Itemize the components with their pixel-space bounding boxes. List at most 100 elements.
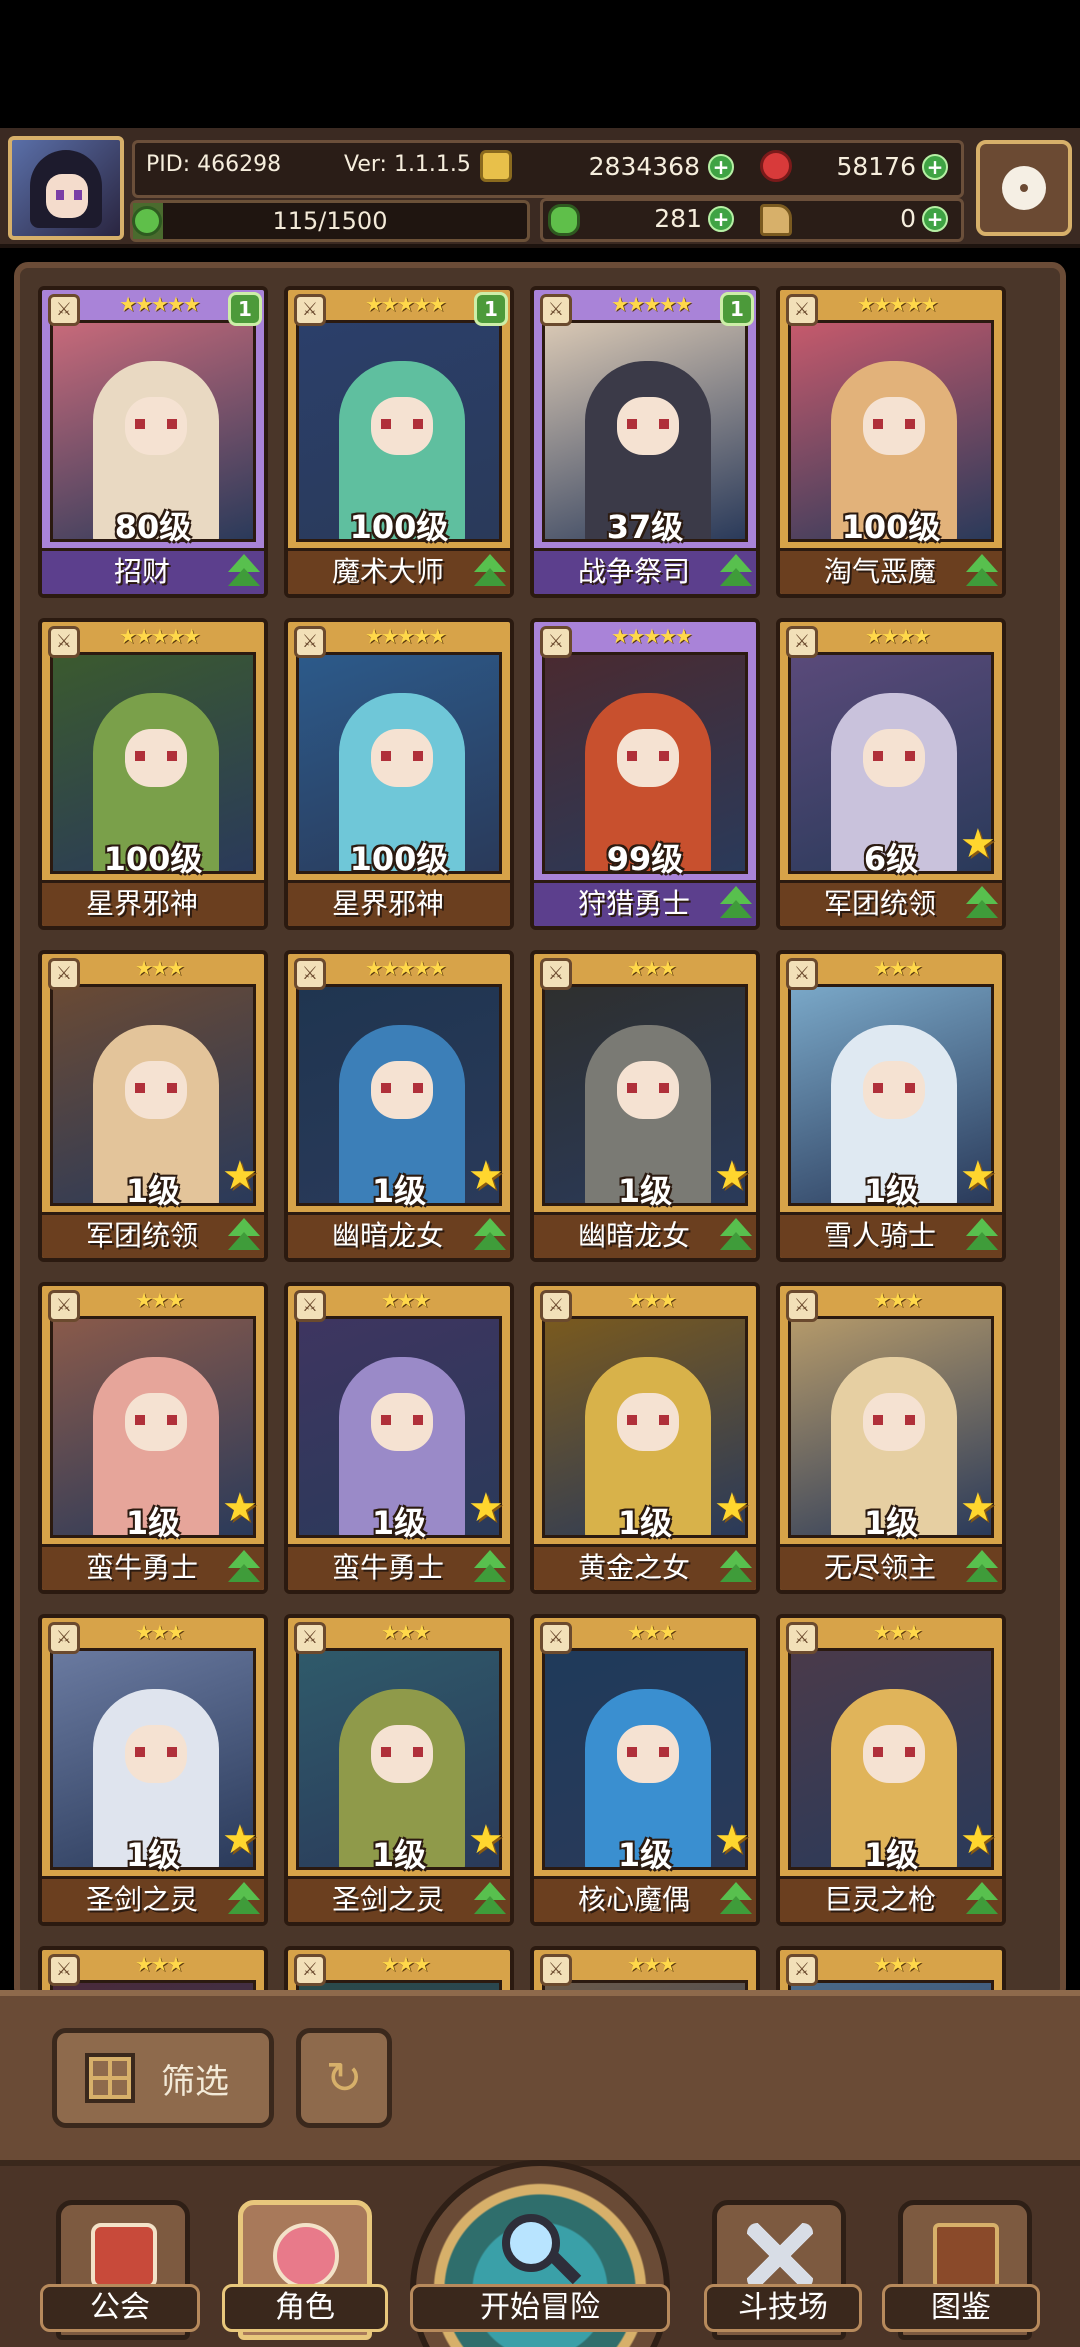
character-card[interactable]: ⚔ ★★★★★ 1 80级 招财 [38, 286, 268, 598]
weapon-type-icon: ⚔ [540, 958, 572, 990]
character-card[interactable]: ⚔ ★★★★★ 100级 星界邪神 [38, 618, 268, 930]
upgrade-arrow-icon [962, 1880, 1002, 1920]
weapon-type-icon: ⚔ [540, 1954, 572, 1986]
add-gold-button[interactable]: + [708, 154, 734, 180]
character-card[interactable]: ⚔ ★★★ 1级 蛮牛勇士 ★ [284, 1282, 514, 1594]
character-name: 幽暗龙女 [577, 1219, 690, 1252]
character-level: 100级 [349, 508, 449, 546]
character-card[interactable]: ⚔ ★★★★★ 1 37级 战争祭司 [530, 286, 760, 598]
exp-text: 115/1500 [272, 207, 388, 235]
character-name: 黄金之女 [577, 1551, 690, 1584]
filter-button[interactable]: 筛选 [52, 2028, 274, 2128]
weapon-type-icon: ⚔ [294, 626, 326, 658]
avatar-eye-left [56, 190, 64, 200]
add-clover-button[interactable]: + [708, 206, 734, 232]
settings-button[interactable] [976, 140, 1072, 236]
guild-hall-icon [91, 2223, 157, 2289]
character-name: 淘气恶魔 [823, 555, 936, 588]
upgrade-arrow-icon [470, 1216, 510, 1256]
grid-icon [85, 2053, 135, 2103]
refresh-button[interactable]: ↻ [296, 2028, 392, 2128]
character-card[interactable]: ⚔ ★★★ 1级 雪人骑士 ★ [776, 950, 1006, 1262]
upgrade-arrow-icon [716, 1216, 756, 1256]
weapon-type-icon: ⚔ [294, 1954, 326, 1986]
weapon-type-icon: ⚔ [48, 1290, 80, 1322]
portrait-eyes [135, 1415, 177, 1425]
character-card[interactable]: ⚔ ★★★ 1级 圣剑之灵 ★ [38, 1614, 268, 1926]
player-id: PID: 466298 [146, 152, 282, 177]
character-name: 狩猎勇士 [577, 887, 690, 920]
awaken-badge: 1 [474, 292, 508, 326]
character-card[interactable]: ⚔ ★★★ 1级 黄金之女 ★ [530, 1282, 760, 1594]
game-version: Ver: 1.1.1.5 [344, 152, 471, 177]
portrait-eyes [135, 751, 177, 761]
upgrade-arrow-icon [470, 552, 510, 592]
filter-label: 筛选 [161, 2061, 229, 2102]
upgrade-arrow-icon [224, 1216, 264, 1256]
portrait-eyes [135, 419, 177, 429]
star-rating: ★★★ [873, 1288, 923, 1312]
player-avatar[interactable] [8, 136, 124, 240]
weapon-type-icon: ⚔ [786, 958, 818, 990]
star-upgrade-icon: ★ [960, 1153, 996, 1199]
character-card[interactable]: ⚔ ★★★ 1级 蛮牛勇士 ★ [38, 1282, 268, 1594]
character-card[interactable]: ⚔ ★★★ 1级 巨灵之枪 ★ [776, 1614, 1006, 1926]
add-boots-button[interactable]: + [922, 206, 948, 232]
character-name: 蛮牛勇士 [85, 1551, 198, 1584]
star-upgrade-icon: ★ [222, 1817, 258, 1863]
weapon-type-icon: ⚔ [48, 958, 80, 990]
character-card[interactable]: ⚔ ★★★★★ 1 100级 魔术大师 [284, 286, 514, 598]
star-rating: ★★★★★ [611, 292, 693, 316]
character-card[interactable]: ⚔ ★★★★★ 1级 幽暗龙女 ★ [284, 950, 514, 1262]
character-card[interactable]: ⚔ ★★★ 1级 军团统领 ★ [38, 950, 268, 1262]
portrait-eyes [627, 1747, 669, 1757]
character-level: 99级 [606, 840, 684, 878]
star-upgrade-icon: ★ [222, 1485, 258, 1531]
star-rating: ★★★★ [865, 624, 931, 648]
add-gems-button[interactable]: + [922, 154, 948, 180]
star-upgrade-icon: ★ [960, 1485, 996, 1531]
star-rating: ★★★★★ [857, 292, 939, 316]
upgrade-arrow-icon [224, 552, 264, 592]
character-card[interactable]: ⚔ ★★★ 1级 核心魔偶 ★ [530, 1614, 760, 1926]
portrait-eyes [873, 1747, 915, 1757]
character-level: 100级 [103, 840, 203, 878]
avatar-eye-right [74, 190, 82, 200]
character-name: 无尽领主 [823, 1551, 936, 1584]
character-card[interactable]: ⚔ ★★★★ 6级 军团统领 ★ [776, 618, 1006, 930]
star-rating: ★★★ [627, 1952, 677, 1976]
character-icon [273, 2223, 339, 2289]
portrait-eyes [135, 1747, 177, 1757]
upgrade-arrow-icon [224, 1548, 264, 1588]
character-name: 圣剑之灵 [85, 1883, 198, 1916]
character-name: 巨灵之枪 [823, 1883, 936, 1916]
weapon-type-icon: ⚔ [540, 1622, 572, 1654]
star-rating: ★★★ [627, 1288, 677, 1312]
upgrade-arrow-icon [470, 1880, 510, 1920]
character-card[interactable]: ⚔ ★★★★★ 100级 星界邪神 [284, 618, 514, 930]
character-name: 军团统领 [823, 887, 936, 920]
weapon-type-icon: ⚔ [540, 1290, 572, 1322]
boots-amount: 0 [900, 204, 916, 233]
character-card[interactable]: ⚔ ★★★★★ 99级 狩猎勇士 [530, 618, 760, 930]
character-name: 战争祭司 [577, 555, 690, 588]
gem-amount: 58176 [836, 152, 916, 181]
character-card[interactable]: ⚔ ★★★★★ 100级 淘气恶魔 [776, 286, 1006, 598]
nav-arena-label: 斗技场 [704, 2284, 862, 2332]
character-card[interactable]: ⚔ ★★★ 1级 无尽领主 ★ [776, 1282, 1006, 1594]
weapon-type-icon: ⚔ [786, 294, 818, 326]
status-bar [0, 0, 1080, 128]
clover-level-icon [132, 206, 162, 236]
star-rating: ★★★ [873, 956, 923, 980]
character-card[interactable]: ⚔ ★★★ 1级 幽暗龙女 ★ [530, 950, 760, 1262]
weapon-type-icon: ⚔ [48, 294, 80, 326]
portrait-eyes [381, 1415, 423, 1425]
star-rating: ★★★ [135, 1288, 185, 1312]
star-rating: ★★★★★ [365, 292, 447, 316]
portrait-eyes [873, 1415, 915, 1425]
gold-amount: 2834368 [588, 152, 700, 181]
upgrade-arrow-icon [716, 884, 756, 924]
character-card[interactable]: ⚔ ★★★ 1级 圣剑之灵 ★ [284, 1614, 514, 1926]
upgrade-arrow-icon [716, 1548, 756, 1588]
portrait-eyes [873, 751, 915, 761]
